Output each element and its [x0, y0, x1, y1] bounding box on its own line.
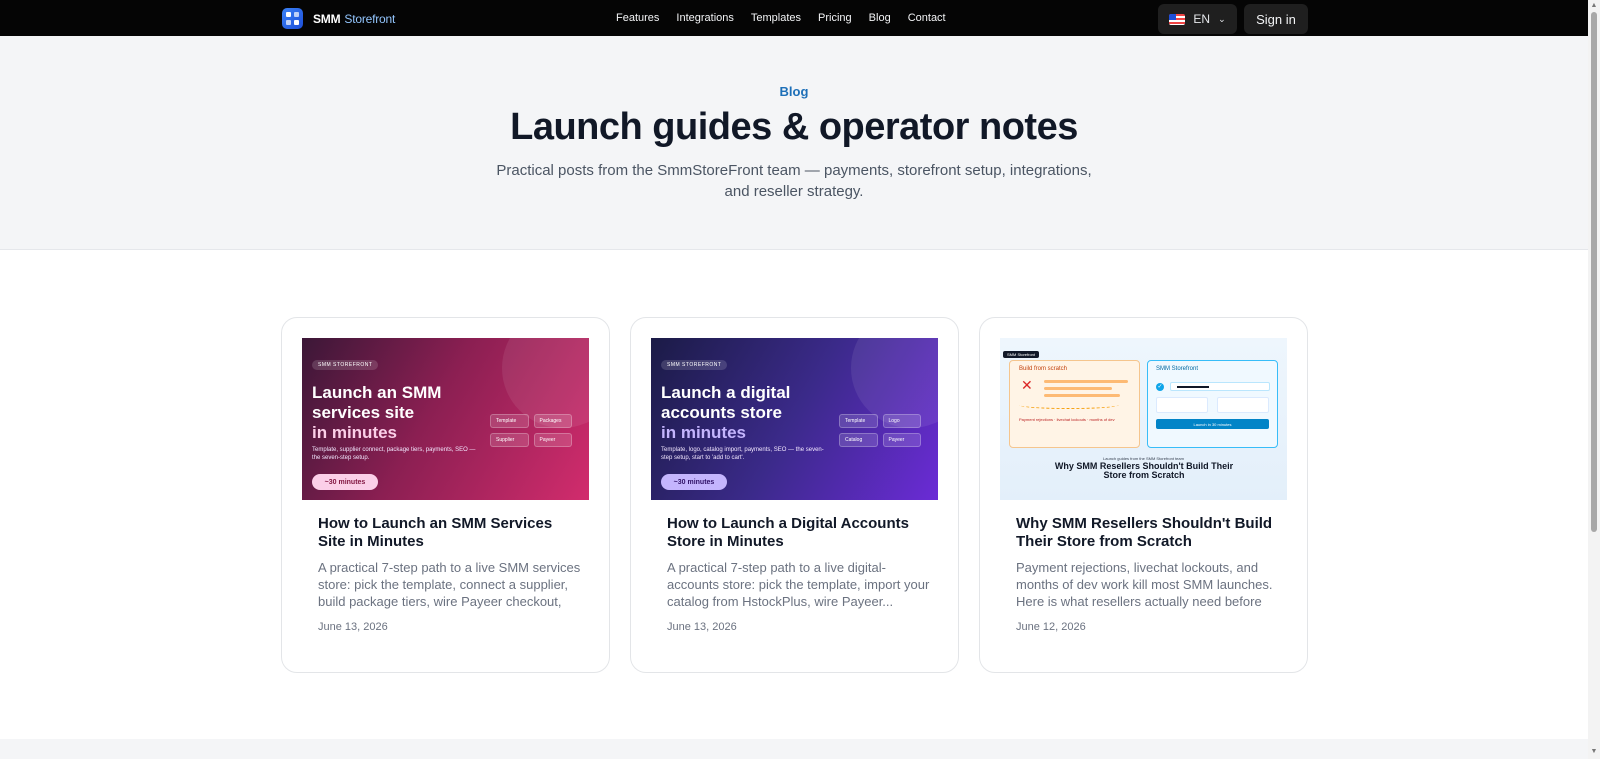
- sign-in-button[interactable]: Sign in: [1244, 4, 1308, 34]
- thumb-body: Template, supplier connect, package tier…: [312, 447, 476, 461]
- brand-name-sub: Storefront: [344, 11, 396, 26]
- hero-subtitle: Practical posts from the SmmStoreFront t…: [496, 162, 1092, 200]
- thumb-headline-line1: Launch a digital: [661, 383, 791, 402]
- nav-link-pricing[interactable]: Pricing: [818, 12, 852, 24]
- thumb-headline-line2: accounts store: [661, 403, 782, 422]
- blog-post-card[interactable]: SMM Storefront Build from scratch ✕ Paym…: [979, 317, 1308, 673]
- thumb-pill: SMM STOREFRONT: [312, 360, 379, 370]
- post-date: June 13, 2026: [667, 621, 737, 633]
- post-thumbnail[interactable]: SMM STOREFRONT Launch an SMM services si…: [302, 338, 589, 500]
- post-excerpt: Payment rejections, livechat lockouts, a…: [1016, 560, 1273, 609]
- blog-hero: Blog Launch guides & operator notes Prac…: [0, 36, 1588, 250]
- thumb-tile: Template: [839, 414, 878, 428]
- thumb-tile: Catalog: [839, 433, 878, 447]
- thumb-time-chip: ~30 minutes: [661, 474, 727, 490]
- post-excerpt: A practical 7-step path to a live SMM se…: [318, 560, 581, 609]
- thumb-headline-line1: Launch an SMM: [312, 383, 442, 402]
- scratch-panel-title: Build from scratch: [1019, 366, 1068, 372]
- language-label: EN: [1193, 12, 1211, 26]
- thumb-caption: Why SMM Resellers Shouldn't Build Their …: [1054, 461, 1234, 480]
- post-title[interactable]: Why SMM Resellers Shouldn't Build Their …: [1016, 515, 1280, 551]
- mock-input: [1170, 382, 1270, 391]
- post-date: June 12, 2026: [1016, 621, 1086, 633]
- thumb-headline-line3: in minutes: [312, 423, 398, 442]
- thumb-pill: SMM STOREFRONT: [661, 360, 728, 370]
- chevron-down-icon: ⌄: [1218, 13, 1226, 24]
- thumb-tile: Payeer: [533, 433, 572, 447]
- hero-eyebrow: Blog: [779, 84, 809, 99]
- x-mark-icon: ✕: [1021, 377, 1033, 393]
- post-date: June 13, 2026: [318, 621, 388, 633]
- thumb-headline-line2: services site: [312, 403, 415, 422]
- mock-launch-button: Launch in 30 minutes: [1156, 419, 1269, 429]
- thumb-headline: Launch a digital accounts store in minut…: [661, 383, 821, 443]
- placeholder-line: [1044, 394, 1120, 397]
- post-title[interactable]: How to Launch a Digital Accounts Store i…: [667, 515, 931, 551]
- post-title[interactable]: How to Launch an SMM Services Site in Mi…: [318, 515, 582, 551]
- scratch-panel-footnote: Payment rejections · livechat lockouts ·…: [1019, 417, 1115, 422]
- brand-link[interactable]: SMM Storefront: [282, 8, 395, 29]
- thumb-headline: Launch an SMM services site in minutes: [312, 383, 472, 443]
- storefront-panel-title: SMM Storefront: [1156, 366, 1199, 372]
- nav-link-contact[interactable]: Contact: [908, 12, 946, 24]
- thumb-tile: Template: [490, 414, 529, 428]
- thumb-tile: Supplier: [490, 433, 529, 447]
- check-icon: ✓: [1156, 383, 1164, 391]
- blog-post-card[interactable]: SMM STOREFRONT Launch a digital accounts…: [630, 317, 959, 673]
- post-excerpt: A practical 7-step path to a live digita…: [667, 560, 930, 609]
- us-flag-icon: [1169, 13, 1186, 25]
- page-title: Launch guides & operator notes: [510, 106, 1078, 148]
- mock-box: [1217, 397, 1269, 413]
- nav-link-integrations[interactable]: Integrations: [676, 12, 733, 24]
- storefront-panel: SMM Storefront ✓ Launch in 30 minutes: [1147, 360, 1278, 448]
- nav-link-features[interactable]: Features: [616, 12, 659, 24]
- thumb-tile: Packages: [533, 414, 572, 428]
- brand-name-main: SMM: [313, 11, 341, 26]
- language-selector[interactable]: EN ⌄: [1158, 4, 1237, 34]
- main-nav: Features Integrations Templates Pricing …: [616, 0, 946, 36]
- thumb-badge: SMM Storefront: [1003, 351, 1040, 358]
- thumb-tiles: Template Packages Supplier Payeer: [490, 414, 572, 447]
- post-thumbnail[interactable]: SMM Storefront Build from scratch ✕ Paym…: [1000, 338, 1287, 500]
- brand-name: SMM Storefront: [313, 12, 395, 26]
- thumb-time-chip: ~30 minutes: [312, 474, 378, 490]
- nav-link-blog[interactable]: Blog: [869, 12, 891, 24]
- blog-post-card[interactable]: SMM STOREFRONT Launch an SMM services si…: [281, 317, 610, 673]
- scroll-up-icon[interactable]: ▲: [1590, 2, 1598, 9]
- top-nav-bar: SMM Storefront Features Integrations Temp…: [0, 0, 1588, 36]
- nav-link-templates[interactable]: Templates: [751, 12, 801, 24]
- decorative-wave: [1019, 401, 1119, 409]
- page-scrollbar[interactable]: ▲ ▼: [1588, 0, 1600, 759]
- thumb-tiles: Template Logo Catalog Payeer: [839, 414, 921, 447]
- scroll-down-icon[interactable]: ▼: [1590, 748, 1598, 755]
- footer-edge: [0, 739, 1588, 759]
- placeholder-line: [1044, 387, 1112, 390]
- brand-logo-icon: [282, 8, 303, 29]
- thumb-headline-line3: in minutes: [661, 423, 747, 442]
- scrollbar-thumb[interactable]: [1591, 12, 1597, 532]
- thumb-body: Template, logo, catalog import, payments…: [661, 447, 824, 461]
- scratch-panel: Build from scratch ✕ Payment rejections …: [1009, 360, 1140, 448]
- mock-box: [1156, 397, 1208, 413]
- thumb-tile: Logo: [882, 414, 921, 428]
- thumb-tile: Payeer: [882, 433, 921, 447]
- post-thumbnail[interactable]: SMM STOREFRONT Launch a digital accounts…: [651, 338, 938, 500]
- placeholder-line: [1044, 380, 1128, 383]
